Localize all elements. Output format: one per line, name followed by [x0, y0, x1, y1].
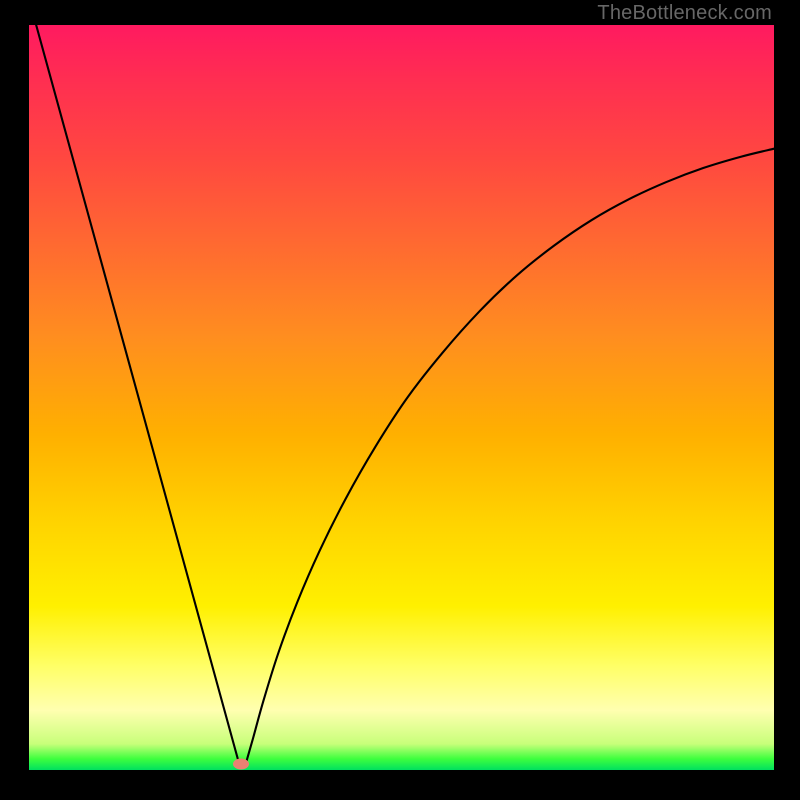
curve-layer — [29, 25, 774, 770]
curve-right-branch — [245, 149, 774, 767]
curve-left-branch — [29, 0, 240, 766]
chart-frame: TheBottleneck.com — [0, 0, 800, 800]
plot-area — [29, 25, 774, 770]
minimum-marker-icon — [233, 759, 249, 770]
watermark-text: TheBottleneck.com — [597, 2, 772, 25]
